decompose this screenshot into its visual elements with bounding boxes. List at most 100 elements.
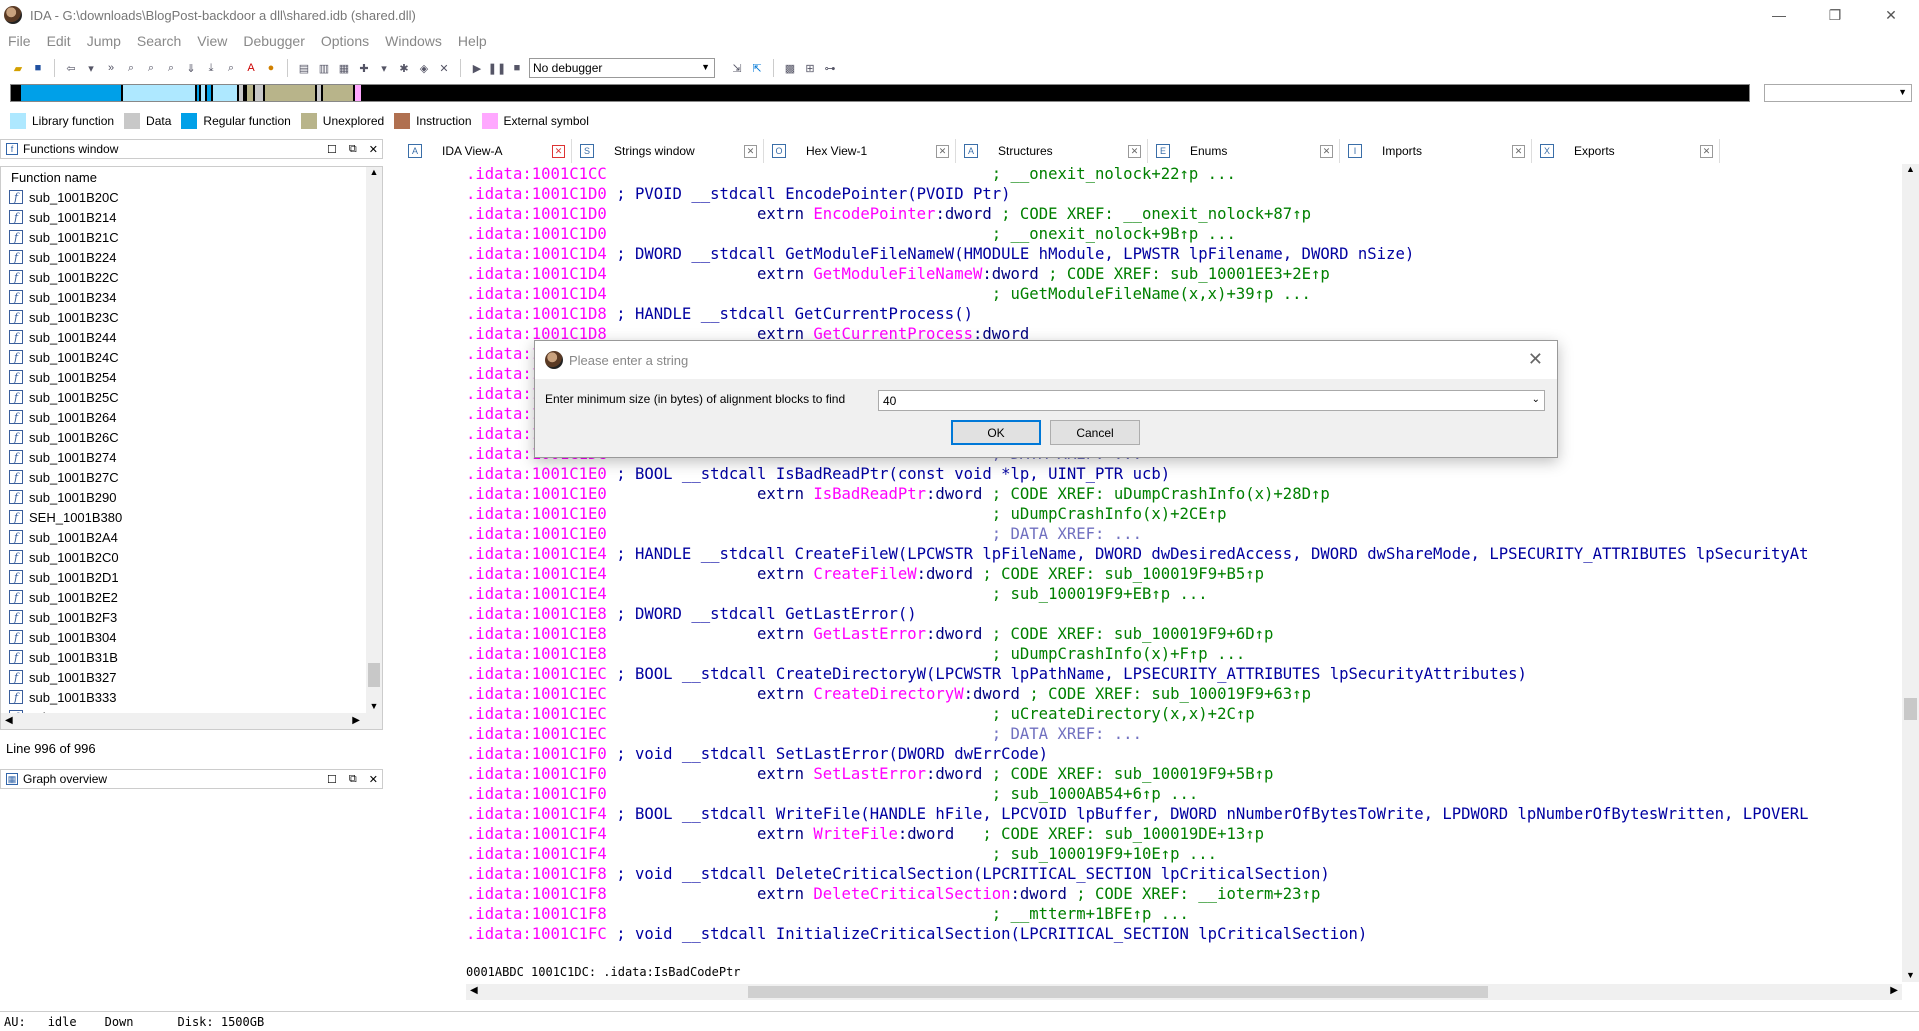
text-icon[interactable]: A <box>243 60 259 76</box>
xref-comment[interactable]: ; CODE XREF: sub_100019F9+6D↑p <box>992 625 1274 643</box>
import-name[interactable]: DeleteCriticalSection <box>813 885 1010 903</box>
disassembly-line[interactable]: .idata:1001C1D0 extrn |EncodePointer|:dw… <box>466 204 1902 224</box>
close-button[interactable]: ✕ <box>1863 0 1919 30</box>
open-folder-icon[interactable]: ▰ <box>10 60 26 76</box>
close-icon[interactable]: ✕ <box>369 773 378 786</box>
import-name[interactable]: SetLastError <box>813 765 926 783</box>
disassembly-line[interactable]: .idata:1001C1EC ; DATA XREF: ... <box>466 724 1902 744</box>
graph-overview-header[interactable]: ▦ Graph overview ☐ ⧉ ✕ <box>0 769 383 789</box>
function-list-item[interactable]: f sub_1001B31B <box>1 647 382 667</box>
delete-icon[interactable]: ✕ <box>436 60 452 76</box>
function-list-item[interactable]: f sub_1001B264 <box>1 407 382 427</box>
disassembly-line[interactable]: .idata:1001C1F4 ; BOOL __stdcall WriteFi… <box>466 804 1902 824</box>
dropdown-arrow-icon[interactable]: ▾ <box>83 60 99 76</box>
function-list-item[interactable]: f sub_1001B20C <box>1 187 382 207</box>
disassembly-line[interactable]: .idata:1001C1F0 ; void __stdcall SetLast… <box>466 744 1902 764</box>
disassembly-line[interactable]: .idata:1001C1D0 ; __onexit_nolock+9B↑p .… <box>466 224 1902 244</box>
disassembly-view[interactable]: .idata:1001C1CC ; __onexit_nolock+22↑p .… <box>466 164 1902 960</box>
disassembly-line[interactable]: .idata:1001C1CC ; __onexit_nolock+22↑p .… <box>466 164 1902 184</box>
disassembly-line[interactable]: .idata:1001C1D8 ; HANDLE __stdcall GetCu… <box>466 304 1902 324</box>
function-list-item[interactable]: f sub_1001B25C <box>1 387 382 407</box>
add-icon[interactable]: ✚ <box>356 60 372 76</box>
pause-icon[interactable]: ❚❚ <box>488 60 506 76</box>
disassembly-line[interactable]: .idata:1001C1F0 extrn |SetLastError|:dwo… <box>466 764 1902 784</box>
disassembly-line[interactable]: .idata:1001C1EC extrn |CreateDirectoryW|… <box>466 684 1902 704</box>
graph-icon[interactable]: ▩ <box>782 60 798 76</box>
functions-list[interactable]: Function name f sub_1001B20C f sub_1001B214… <box>0 166 383 730</box>
scrollbar-thumb[interactable] <box>368 663 380 687</box>
function-list-item[interactable]: f sub_1001B304 <box>1 627 382 647</box>
menu-search[interactable]: Search <box>129 33 189 49</box>
disassembly-line[interactable]: .idata:1001C1E0 ; BOOL __stdcall IsBadRe… <box>466 464 1902 484</box>
disassembly-line[interactable]: .idata:1001C1F8 ; __mtterm+1BFE↑p ... <box>466 904 1902 924</box>
import-name[interactable]: EncodePointer <box>813 205 935 223</box>
step-over-icon[interactable]: ⇱ <box>749 60 765 76</box>
function-list-item[interactable]: f sub_1001B274 <box>1 447 382 467</box>
float-icon[interactable]: ⧉ <box>349 143 357 156</box>
tab-exports[interactable]: X Exports ✕ <box>1532 139 1720 163</box>
function-list-item[interactable]: f sub_1001B333 <box>1 687 382 707</box>
scroll-down-icon[interactable]: ▼ <box>366 701 382 711</box>
breakpoint-icon[interactable]: ◈ <box>416 60 432 76</box>
function-list-item[interactable]: f sub_1001B2E2 <box>1 587 382 607</box>
enum-icon[interactable]: ▥ <box>316 60 332 76</box>
minimize-button[interactable]: — <box>1751 0 1807 30</box>
cancel-button[interactable]: Cancel <box>1050 420 1140 445</box>
import-name[interactable]: GetModuleFileNameW <box>813 265 982 283</box>
close-icon[interactable]: ✕ <box>1528 349 1543 370</box>
functions-window-header[interactable]: f Functions window ☐ ⧉ ✕ <box>0 139 383 159</box>
xref-comment[interactable]: ; CODE XREF: sub_100019F9+5B↑p <box>992 765 1274 783</box>
dropdown-arrow-icon[interactable]: ▾ <box>376 60 392 76</box>
disassembly-line[interactable]: .idata:1001C1D4 ; DWORD __stdcall GetMod… <box>466 244 1902 264</box>
search-immediate-icon[interactable]: ⌕ <box>223 60 239 76</box>
menu-file[interactable]: File <box>0 33 39 49</box>
disassembly-line[interactable]: .idata:1001C1E4 extrn |CreateFileW|:dwor… <box>466 564 1902 584</box>
close-icon[interactable]: ✕ <box>744 144 757 158</box>
navigation-band[interactable] <box>10 84 1750 102</box>
scrollbar-thumb[interactable] <box>748 986 1488 998</box>
disassembly-line[interactable]: .idata:1001C1E8 ; DWORD __stdcall GetLas… <box>466 604 1902 624</box>
close-icon[interactable]: ✕ <box>1128 144 1141 158</box>
disassembly-line[interactable]: .idata:1001C1E4 ; sub_100019F9+EB↑p ... <box>466 584 1902 604</box>
tab-ida-view-a[interactable]: A IDA View-A ✕ <box>400 139 572 163</box>
disassembly-line[interactable]: .idata:1001C1EC ; uCreateDirectory(x,x)+… <box>466 704 1902 724</box>
import-name[interactable]: CreateDirectoryW <box>813 685 963 703</box>
scrollbar-thumb[interactable] <box>1904 698 1917 720</box>
import-name[interactable]: IsBadReadPtr <box>813 485 926 503</box>
scroll-up-icon[interactable]: ▲ <box>366 167 382 177</box>
menu-view[interactable]: View <box>189 33 235 49</box>
disassembly-vertical-scrollbar[interactable]: ▲ ▼ <box>1902 164 1919 982</box>
function-list-item[interactable]: f sub_1001B2D1 <box>1 567 382 587</box>
xref-icon[interactable]: ⊶ <box>822 60 838 76</box>
search-binary-icon[interactable]: ⌕ <box>123 60 139 76</box>
function-list-item[interactable]: f sub_1001B26C <box>1 427 382 447</box>
import-name[interactable]: GetLastError <box>813 625 926 643</box>
back-arrow-icon[interactable]: ⇦ <box>63 60 79 76</box>
tab-strings-window[interactable]: S Strings window ✕ <box>572 139 764 163</box>
search-next-icon[interactable]: ⌕ <box>163 60 179 76</box>
xref-comment[interactable]: ; CODE XREF: sub_100019DE+13↑p <box>982 825 1264 843</box>
alignment-size-value[interactable]: 40 <box>883 394 896 408</box>
disassembly-line[interactable]: .idata:1001C1FC ; void __stdcall Initial… <box>466 924 1902 944</box>
disassembly-line[interactable]: .idata:1001C1EC ; BOOL __stdcall CreateD… <box>466 664 1902 684</box>
functions-horizontal-scrollbar[interactable]: ◀ ▶ <box>1 713 382 729</box>
search-text-icon[interactable]: ⌕ <box>143 60 159 76</box>
scroll-left-icon[interactable]: ◀ <box>470 985 478 996</box>
disassembly-line[interactable]: .idata:1001C1E8 ; uDumpCrashInfo(x)+F↑p … <box>466 644 1902 664</box>
disassembly-line[interactable]: .idata:1001C1F8 extrn |DeleteCriticalSec… <box>466 884 1902 904</box>
function-list-item[interactable]: f sub_1001B22C <box>1 267 382 287</box>
function-list-item[interactable]: f sub_1001B214 <box>1 207 382 227</box>
menu-edit[interactable]: Edit <box>39 33 79 49</box>
search-down-icon[interactable]: ⇓ <box>183 60 199 76</box>
import-name[interactable]: CreateFileW <box>813 565 916 583</box>
disassembly-line[interactable]: .idata:1001C1F0 ; sub_1000AB54+6↑p ... <box>466 784 1902 804</box>
patch-icon[interactable]: ✱ <box>396 60 412 76</box>
function-list-item[interactable]: f sub_1001B2A4 <box>1 527 382 547</box>
tab-imports[interactable]: I Imports ✕ <box>1340 139 1532 163</box>
flow-icon[interactable]: ⊞ <box>802 60 818 76</box>
disassembly-line[interactable]: .idata:1001C1F4 extrn |WriteFile|:dword … <box>466 824 1902 844</box>
xref-comment[interactable]: ; CODE XREF: sub_100019F9+B5↑p <box>982 565 1264 583</box>
nav-combo[interactable]: ▼ <box>1764 84 1912 102</box>
float-icon[interactable]: ⧉ <box>349 773 357 786</box>
scroll-down-icon[interactable]: ▼ <box>1902 970 1919 980</box>
